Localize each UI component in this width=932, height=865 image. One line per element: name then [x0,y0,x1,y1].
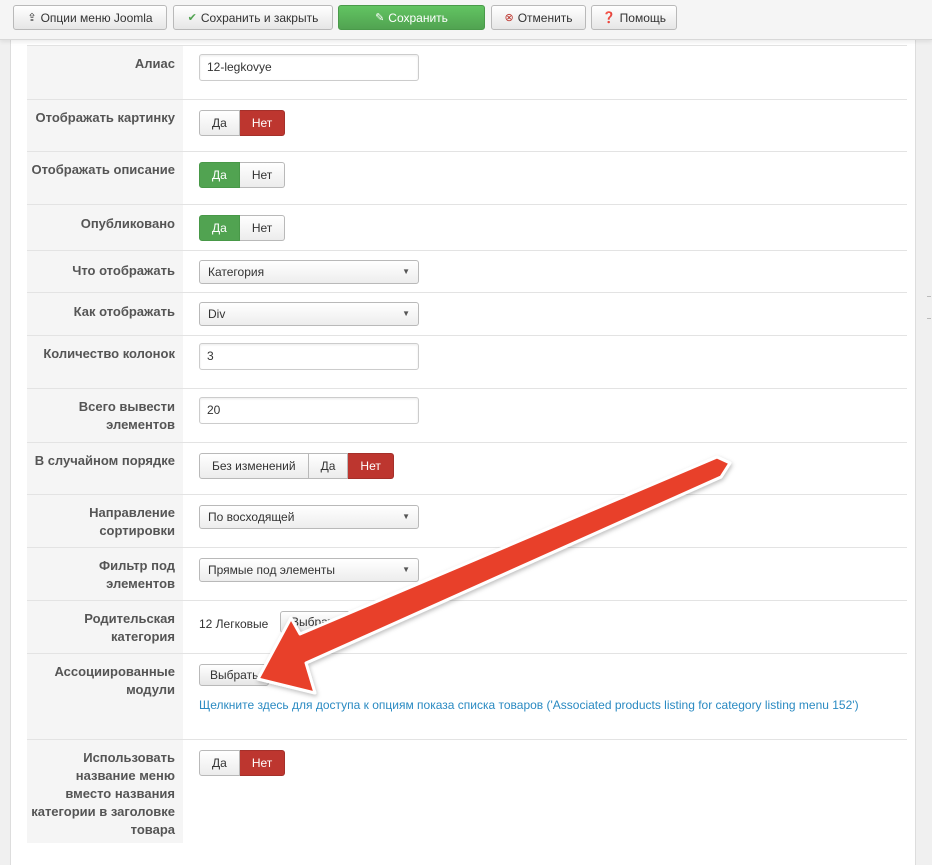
how-show-row: Как отображать Div ▼ [27,292,907,335]
show-image-label: Отображать картинку [27,100,183,151]
published-no[interactable]: Нет [239,215,286,241]
use-menu-name-yes[interactable]: Да [199,750,240,776]
show-image-row: Отображать картинку Да Нет [27,99,907,151]
show-desc-yes[interactable]: Да [199,162,240,188]
show-desc-toggle: Да Нет [199,162,286,188]
assoc-label: Ассоциированные модули [27,654,183,739]
save-label: Сохранить [388,10,448,25]
what-show-value: Категория [208,265,265,279]
upload-icon: ⇪ [27,12,37,24]
toolbar: ⇪ Опции меню Joomla ✔ Сохранить и закрыт… [0,0,932,40]
show-image-yes[interactable]: Да [199,110,240,136]
show-desc-row: Отображать описание Да Нет [27,151,907,204]
random-no[interactable]: Нет [348,453,394,479]
scroll-marker [927,318,931,319]
assoc-select-button[interactable]: Выбрать [199,664,270,686]
help-label: Помощь [619,10,667,25]
what-show-select[interactable]: Категория ▼ [199,260,419,284]
parent-cat-label: Родительская категория [27,601,183,653]
random-label: В случайном порядке [27,443,183,494]
published-row: Опубликовано Да Нет [27,204,907,250]
sort-dir-value: По восходящей [208,510,295,524]
how-show-select[interactable]: Div ▼ [199,302,419,326]
cancel-label: Отменить [517,10,573,25]
use-menu-name-row: Использовать название меню вместо назван… [27,739,907,843]
random-row: В случайном порядке Без изменений Да Нет [27,442,907,494]
chevron-down-icon: ▼ [402,565,410,574]
total-input[interactable]: 20 [199,397,419,424]
edit-icon: ✎ [375,12,385,24]
columns-row: Количество колонок 3 [27,335,907,388]
scroll-marker [927,296,931,297]
alias-label: Алиас [27,46,183,99]
random-toggle: Без изменений Да Нет [199,453,394,479]
page-content: Алиас 12-legkovye Отображать картинку Да… [10,40,916,865]
assoc-products-link[interactable]: Щелкните здесь для доступа к опциям пока… [199,696,899,714]
joomla-options-label: Опции меню Joomla [40,10,153,25]
filter-select[interactable]: Прямые под элементы ▼ [199,558,419,582]
use-menu-name-no[interactable]: Нет [239,750,286,776]
cancel-icon: ⊗ [504,12,514,24]
cancel-button[interactable]: ⊗ Отменить [491,5,586,30]
filter-value: Прямые под элементы [208,563,335,577]
chevron-down-icon: ▼ [402,309,410,318]
what-show-row: Что отображать Категория ▼ [27,250,907,292]
how-show-value: Div [208,307,226,321]
save-close-label: Сохранить и закрыть [200,10,319,25]
parent-cat-select-button[interactable]: Выбрать [280,611,351,633]
random-yes[interactable]: Да [308,453,349,479]
total-label: Всего вывести элементов [27,389,183,442]
sort-dir-label: Направление сортировки [27,495,183,547]
show-image-toggle: Да Нет [199,110,286,136]
alias-row: Алиас 12-legkovye [27,45,907,99]
published-yes[interactable]: Да [199,215,240,241]
published-toggle: Да Нет [199,215,286,241]
help-button[interactable]: ❓ Помощь [591,5,677,30]
show-desc-label: Отображать описание [27,152,183,204]
use-menu-name-toggle: Да Нет [199,750,286,776]
filter-row: Фильтр под элементов Прямые под элементы… [27,547,907,600]
columns-label: Количество колонок [27,336,183,388]
alias-input[interactable]: 12-legkovye [199,54,419,81]
columns-input[interactable]: 3 [199,343,419,370]
use-menu-name-label: Использовать название меню вместо назван… [27,740,183,843]
save-button[interactable]: ✎ Сохранить [338,5,485,30]
chevron-down-icon: ▼ [402,512,410,521]
sort-dir-select[interactable]: По восходящей ▼ [199,505,419,529]
show-desc-no[interactable]: Нет [239,162,286,188]
parent-cat-row: Родительская категория 12 Легковые Выбра… [27,600,907,653]
chevron-down-icon: ▼ [402,267,410,276]
help-icon: ❓ [601,12,616,24]
total-row: Всего вывести элементов 20 [27,388,907,442]
save-close-button[interactable]: ✔ Сохранить и закрыть [173,5,333,30]
published-label: Опубликовано [27,205,183,250]
show-image-no[interactable]: Нет [239,110,286,136]
filter-label: Фильтр под элементов [27,548,183,600]
sort-dir-row: Направление сортировки По восходящей ▼ [27,494,907,547]
check-icon: ✔ [187,12,197,24]
parent-cat-value: 12 Легковые [199,617,269,631]
joomla-options-button[interactable]: ⇪ Опции меню Joomla [13,5,167,30]
what-show-label: Что отображать [27,251,183,292]
how-show-label: Как отображать [27,293,183,335]
random-no-change[interactable]: Без изменений [199,453,309,479]
assoc-row: Ассоциированные модули Выбрать Щелкните … [27,653,907,739]
